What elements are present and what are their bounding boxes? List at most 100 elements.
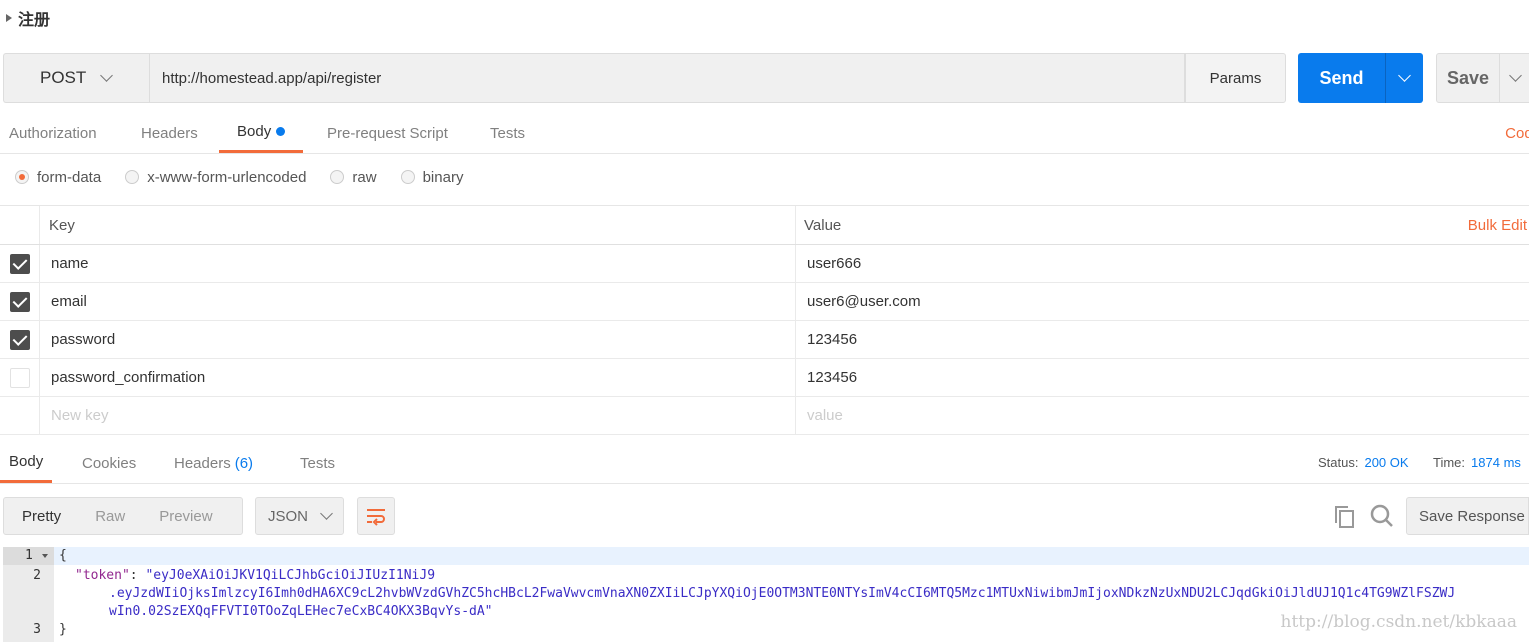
response-toolbar: Pretty Raw Preview JSON Save Response [3,497,1529,535]
format-label: JSON [268,507,309,525]
table-row: name user666 [0,245,1529,283]
tab-prerequest-script[interactable]: Pre-request Script [327,112,448,154]
request-name-header[interactable]: 注册 [6,8,51,29]
tab-response-cookies[interactable]: Cookies [82,442,136,484]
new-value-input[interactable]: value [797,397,1529,434]
code-line: { [59,548,67,563]
code-line-wrapped: wIn0.02SzEXQqFFVTI0TOoZqLEHec7eCxBC4OKX3… [109,604,493,619]
wrap-lines-icon [367,509,385,526]
row-checkbox-cell [0,359,40,396]
tab-response-body[interactable]: Body [0,442,53,483]
body-modified-dot-icon [276,126,286,136]
key-column-header: Key [40,206,796,244]
send-button-group: Send [1298,53,1423,103]
params-label: Params [1209,69,1262,87]
url-input[interactable]: http://homestead.app/api/register [149,53,1185,103]
method-label: POST [40,68,87,87]
body-type-selector: form-data x-www-form-urlencoded raw bina… [15,166,487,188]
code-link[interactable]: Code [1505,112,1529,154]
time-value: 1874 ms [1471,454,1521,470]
watermark-text: http://blog.csdn.net/kbkaaa [1280,612,1517,632]
save-button[interactable]: Save [1437,54,1499,102]
key-input[interactable]: name [40,245,796,282]
value-input[interactable]: user6@user.com [797,283,1529,320]
code-line-wrapped: .eyJzdWIiOjksImlzcyI6Imh0dHA6XC9cL2hvbWV… [109,586,1456,601]
radio-x-www-form-urlencoded[interactable]: x-www-form-urlencoded [125,169,306,186]
key-input[interactable]: password_confirmation [40,359,796,396]
tab-authorization[interactable]: Authorization [9,112,97,154]
new-row: New key value [0,397,1529,435]
chevron-down-icon [1509,69,1522,82]
response-time: Time: 1874 ms [1433,442,1521,482]
tab-body[interactable]: Body [219,112,304,153]
row-checkbox-cell [0,245,40,282]
wrap-lines-button[interactable] [357,497,395,535]
tab-response-headers[interactable]: Headers (6) [174,442,253,484]
line-number: 2 [33,568,41,583]
status-value: 200 OK [1364,454,1409,470]
url-text: http://homestead.app/api/register [162,69,382,87]
copy-icon[interactable] [1333,504,1357,530]
table-header: Key Value Bulk Edit [0,205,1529,245]
headers-count-badge: (6) [234,454,254,472]
method-select[interactable]: POST [3,53,149,103]
table-row: password_confirmation 123456 [0,359,1529,397]
json-key: "token" [75,568,130,583]
params-button[interactable]: Params [1185,53,1286,103]
raw-button[interactable]: Raw [77,508,141,525]
radio-urlencoded-label: x-www-form-urlencoded [147,168,307,186]
radio-form-data-label: form-data [37,168,102,186]
key-input[interactable]: email [40,283,796,320]
row-checkbox[interactable] [9,367,30,388]
tab-response-tests[interactable]: Tests [300,442,335,484]
code-link-label: Code [1505,124,1529,142]
pretty-button[interactable]: Pretty [4,508,77,525]
radio-icon [330,170,345,184]
tab-tests[interactable]: Tests [490,112,525,154]
row-checkbox[interactable] [9,329,30,350]
radio-selected-icon [15,170,29,184]
search-icon[interactable] [1369,503,1395,529]
row-checkbox-cell [0,283,40,320]
new-key-input[interactable]: New key [40,397,796,434]
radio-binary-label: binary [422,168,464,186]
code-line: "token": "eyJ0eXAiOiJKV1QiLCJhbGciOiJIUz… [75,568,436,583]
tab-body-label: Body [237,122,272,140]
time-label: Time: [1433,454,1466,470]
value-column-header: Value [804,216,842,234]
send-button[interactable]: Send [1298,53,1385,103]
value-input[interactable]: 123456 [797,359,1529,396]
radio-icon [125,170,140,184]
radio-binary[interactable]: binary [400,168,464,186]
row-checkbox[interactable] [9,291,30,312]
url-bar: POST http://homestead.app/api/register P… [3,53,1529,103]
bulk-edit-link[interactable]: Bulk Edit [1468,206,1527,244]
radio-form-data[interactable]: form-data [15,169,101,186]
key-input[interactable]: password [40,321,796,358]
preview-button[interactable]: Preview [141,508,228,525]
tab-response-headers-label: Headers [174,454,231,472]
request-tabs: Authorization Headers Body Pre-request S… [0,112,1529,154]
json-string: "eyJ0eXAiOiJKV1QiLCJhbGciOiJIUzI1NiJ9 [145,568,436,583]
form-data-table: Key Value Bulk Edit name user666 email u… [0,205,1529,435]
view-mode-segmented: Pretty Raw Preview [3,497,243,535]
chevron-down-icon [320,507,333,520]
row-checkbox-cell [0,397,40,434]
response-tabs: Body Cookies Headers (6) Tests Status: 2… [0,442,1529,484]
save-dropdown-button[interactable] [1499,54,1529,102]
send-dropdown-button[interactable] [1385,53,1423,103]
tab-headers[interactable]: Headers [141,112,198,154]
radio-raw-label: raw [352,168,377,186]
status-label: Status: [1318,454,1359,470]
chevron-down-icon [100,69,114,82]
row-checkbox[interactable] [9,253,30,274]
radio-raw[interactable]: raw [330,168,377,186]
format-select[interactable]: JSON [255,497,344,535]
value-input[interactable]: user666 [797,245,1529,282]
save-response-button[interactable]: Save Response [1406,497,1529,535]
fold-arrow-icon[interactable] [42,554,48,558]
radio-icon [400,170,415,184]
value-input[interactable]: 123456 [797,321,1529,358]
response-status: Status: 200 OK [1318,442,1409,482]
request-name: 注册 [18,12,51,29]
